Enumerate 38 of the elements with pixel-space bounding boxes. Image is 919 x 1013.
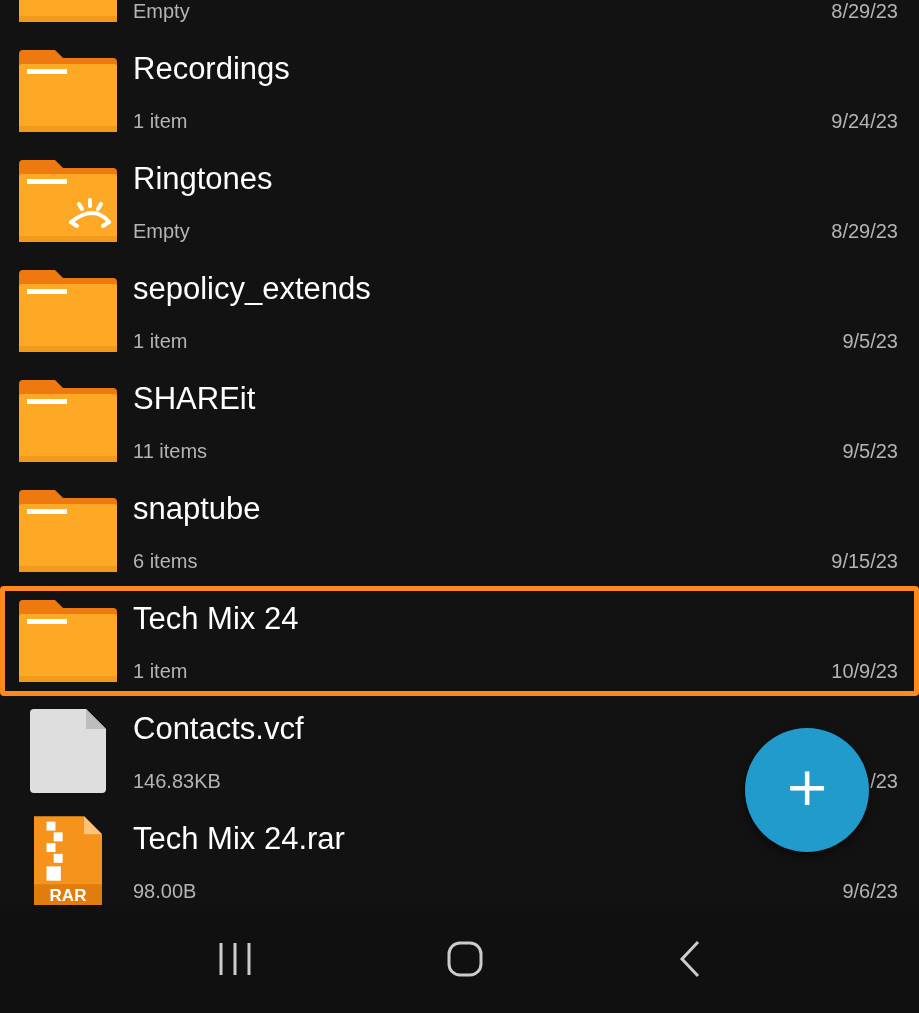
file-icon: [30, 709, 106, 793]
file-name: Recordings: [133, 50, 291, 88]
file-details: 6 items: [133, 550, 198, 573]
file-details: 1 item: [133, 330, 188, 353]
file-date: 8/29/23: [831, 0, 898, 23]
file-details: 1 item: [133, 660, 188, 683]
file-date: 9/5/23: [842, 440, 898, 463]
selected-file-row[interactable]: Tech Mix 24 1 item 10/9/23: [0, 586, 919, 696]
phone-folder-icon: [19, 160, 117, 242]
folder-icon: [19, 380, 117, 462]
file-details: 11 items: [133, 440, 208, 463]
file-date: 8/29/23: [831, 220, 898, 243]
file-name: Tech Mix 24: [133, 600, 300, 638]
archive-icon: RAR: [34, 816, 102, 905]
folder-icon: [19, 490, 117, 572]
file-date: 9/5/23: [842, 330, 898, 353]
file-date: 9/6/23: [842, 880, 898, 903]
file-details: Empty: [133, 220, 190, 243]
file-date: /23: [870, 770, 898, 793]
back-icon[interactable]: [677, 940, 702, 978]
file-details: 1 item: [133, 110, 188, 133]
file-details: 98.00B: [133, 880, 197, 903]
file-name: Tech Mix 24.rar: [133, 820, 346, 858]
file-details: 146.83KB: [133, 770, 221, 793]
file-date: 10/9/23: [831, 660, 898, 683]
file-name: snaptube: [133, 490, 262, 528]
folder-icon: [19, 50, 117, 132]
home-icon[interactable]: [446, 941, 483, 977]
recent-apps-icon[interactable]: [217, 941, 252, 977]
file-date: 9/15/23: [831, 550, 898, 573]
file-details: Empty: [133, 0, 190, 23]
file-name: Ringtones: [133, 160, 274, 198]
folder-icon: [19, 270, 117, 352]
file-name: sepolicy_extends: [133, 270, 372, 308]
file-name: SHAREit: [133, 380, 257, 418]
folder-icon: [19, 600, 117, 682]
file-date: 9/24/23: [831, 110, 898, 133]
file-name: Contacts.vcf: [133, 710, 305, 748]
